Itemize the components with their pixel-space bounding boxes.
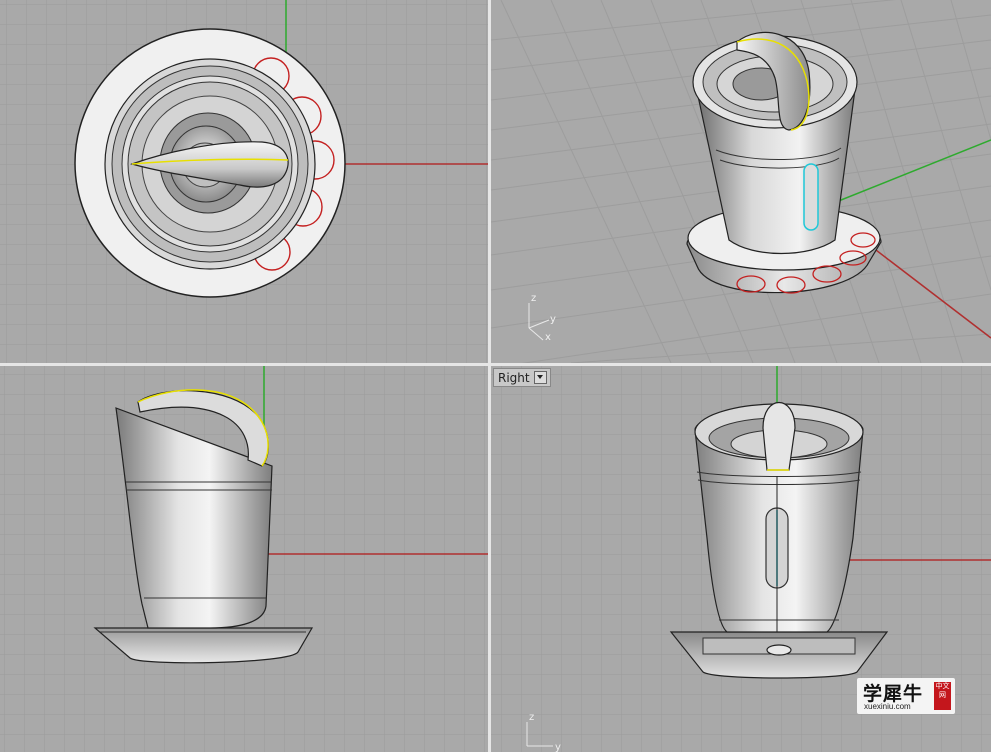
viewport-menu-dropdown-icon[interactable] <box>533 371 547 384</box>
svg-text:y: y <box>550 314 556 325</box>
viewport-title: Right <box>498 370 530 385</box>
watermark-seal: 中文网 <box>934 682 951 710</box>
handle-right <box>762 401 796 471</box>
viewport-perspective[interactable]: z y x <box>491 0 991 363</box>
base-button <box>766 644 792 656</box>
top-view-canvas <box>0 0 488 363</box>
rhino-workspace: z y x Right z y 学犀牛 xuexiniu.com 中文网 <box>0 0 991 752</box>
vertical-divider[interactable] <box>488 0 491 752</box>
viewport-front[interactable] <box>0 366 488 752</box>
viewport-title-tab[interactable]: Right <box>493 368 551 387</box>
perspective-view-canvas: z y x <box>491 0 991 363</box>
horizontal-divider[interactable] <box>0 363 991 366</box>
watermark-site: xuexiniu.com <box>864 702 911 711</box>
viewport-top[interactable] <box>0 0 488 363</box>
watermark-logo: 学犀牛 xuexiniu.com 中文网 <box>857 678 955 714</box>
svg-text:x: x <box>545 332 551 343</box>
front-view-canvas <box>0 366 488 752</box>
water-window <box>803 163 819 231</box>
svg-text:z: z <box>529 712 534 723</box>
svg-text:z: z <box>531 293 536 304</box>
svg-text:y: y <box>555 742 561 752</box>
